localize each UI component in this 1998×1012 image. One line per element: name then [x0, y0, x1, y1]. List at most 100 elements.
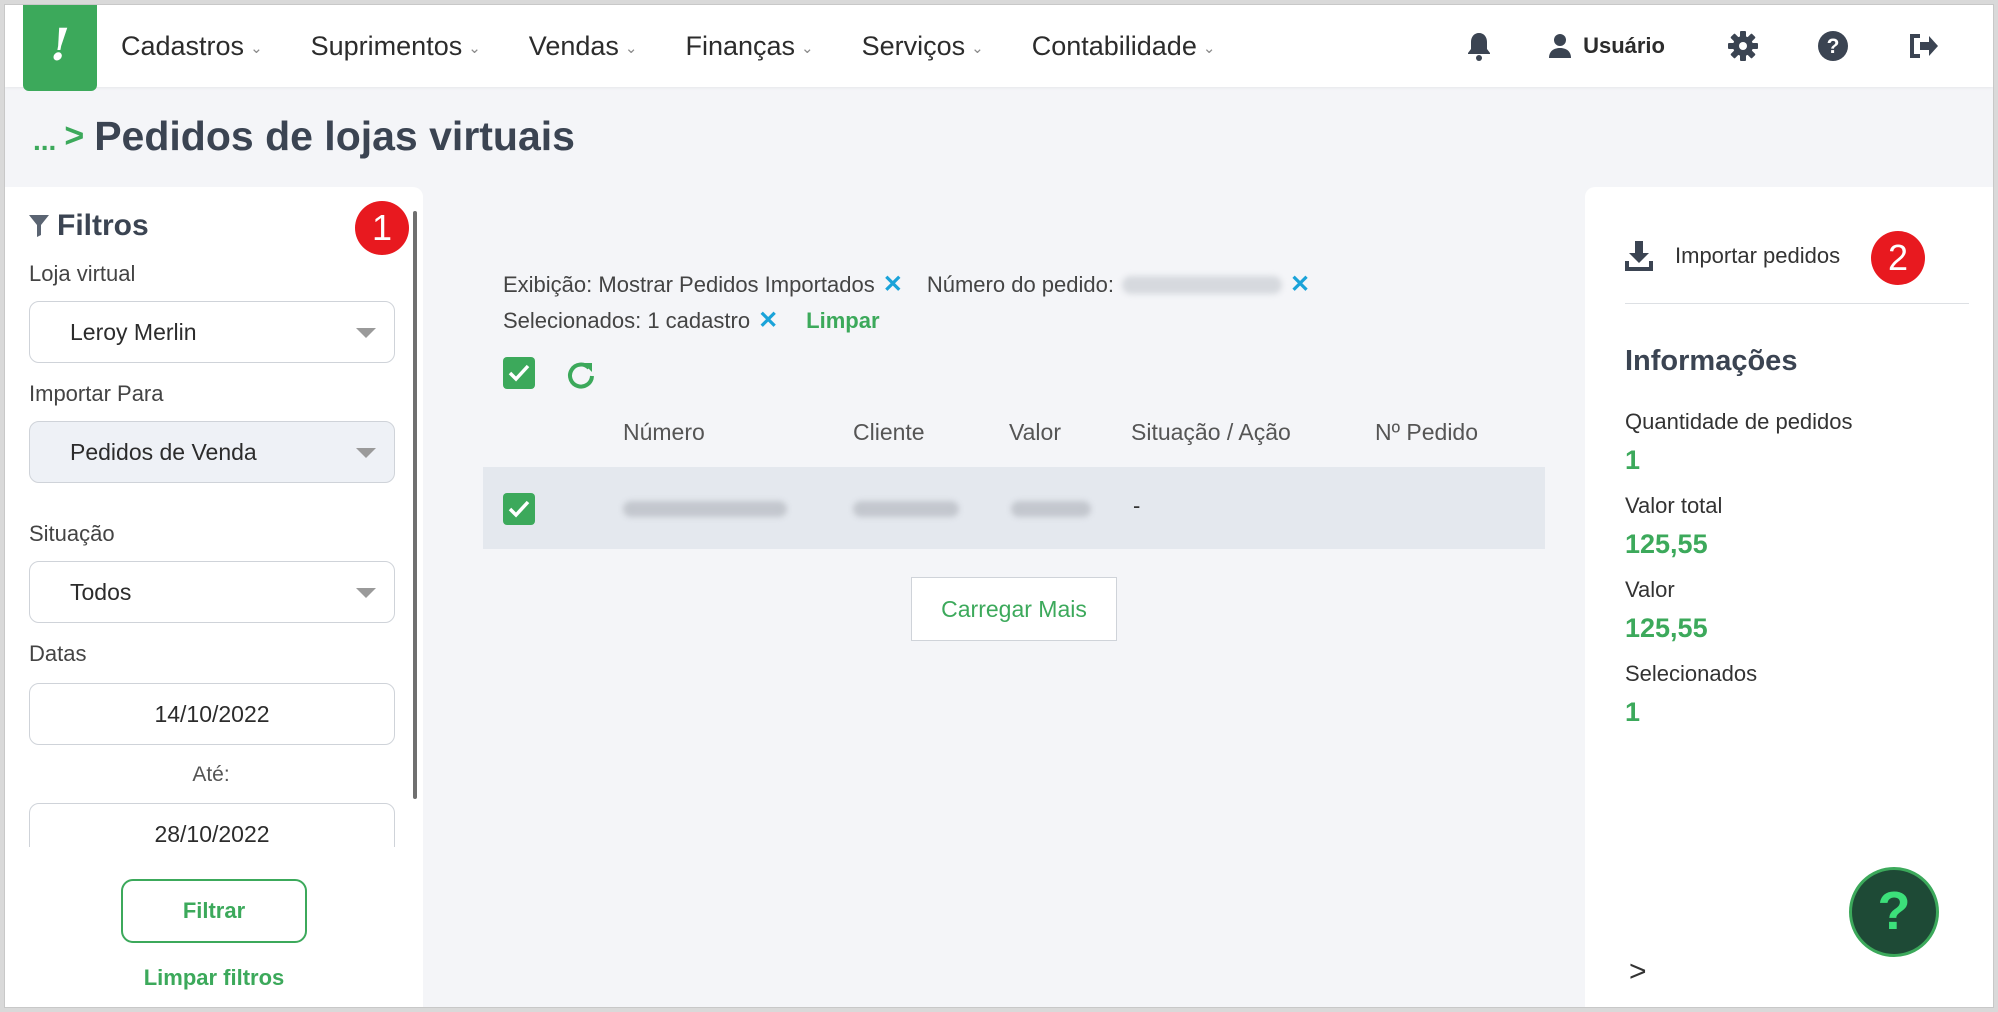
logout-icon[interactable]	[1903, 26, 1943, 66]
nav-vendas[interactable]: Vendas ⌄	[529, 31, 638, 62]
col-situacao[interactable]: Situação / Ação	[1131, 419, 1291, 446]
clear-chips-link[interactable]: Limpar	[806, 303, 879, 339]
nav-label: Finanças	[685, 30, 796, 61]
breadcrumb: ... > Pedidos de lojas virtuais	[33, 113, 575, 160]
redacted-value	[1121, 276, 1282, 294]
row-checkbox[interactable]	[503, 493, 535, 525]
row-situacao: -	[1133, 493, 1141, 518]
download-icon	[1625, 241, 1653, 271]
col-numero[interactable]: Número	[623, 419, 705, 446]
check-icon	[508, 500, 530, 518]
expand-panel-icon[interactable]: >	[1629, 955, 1647, 989]
info-valor-value: 125,55	[1625, 613, 1708, 643]
funnel-icon	[29, 215, 49, 237]
check-icon	[508, 364, 530, 382]
caret-down-icon	[356, 328, 376, 338]
nav-label: Contabilidade	[1031, 30, 1197, 61]
import-orders-button[interactable]: Importar pedidos	[1625, 241, 1840, 271]
nav-label: Vendas	[528, 30, 619, 61]
info-title: Informações	[1625, 345, 1798, 377]
filter-button[interactable]: Filtrar	[121, 879, 307, 943]
loja-value: Leroy Merlin	[70, 319, 197, 345]
redacted-cliente	[853, 501, 959, 517]
filters-panel: Filtros 1 Loja virtual Leroy Merlin Impo…	[5, 187, 423, 1007]
filters-title: Filtros	[29, 209, 149, 243]
table-row[interactable]: -	[483, 467, 1545, 549]
close-icon[interactable]: ✕	[758, 303, 778, 339]
nav-suprimentos[interactable]: Suprimentos ⌄	[311, 31, 481, 62]
step-badge-1: 1	[355, 201, 409, 255]
load-more-button[interactable]: Carregar Mais	[911, 577, 1117, 641]
col-cliente[interactable]: Cliente	[853, 419, 925, 446]
info-qtd-label: Quantidade de pedidos	[1625, 409, 1853, 434]
user-label: Usuário	[1583, 33, 1665, 58]
redacted-numero	[623, 501, 787, 517]
close-icon[interactable]: ✕	[1290, 267, 1310, 303]
main-nav: Cadastros ⌄ Suprimentos ⌄ Vendas ⌄ Finan…	[121, 5, 1263, 87]
filters-scrollbar[interactable]	[413, 211, 417, 799]
top-actions: Usuário ?	[1459, 5, 1993, 87]
datas-label: Datas	[29, 641, 87, 666]
top-bar: ! Cadastros ⌄ Suprimentos ⌄ Vendas ⌄ Fin…	[5, 5, 1993, 91]
import-orders-label: Importar pedidos	[1675, 243, 1841, 268]
loja-label: Loja virtual	[29, 261, 136, 286]
divider	[1625, 303, 1969, 304]
chevron-down-icon: ⌄	[250, 40, 263, 57]
help-icon[interactable]: ?	[1813, 26, 1853, 66]
info-selecionados-value: 1	[1625, 697, 1641, 727]
chevron-right-icon: >	[64, 117, 85, 155]
chevron-down-icon: ⌄	[801, 40, 814, 57]
help-chat-button[interactable]: ?	[1849, 867, 1939, 957]
importar-select[interactable]: Pedidos de Venda	[29, 421, 395, 483]
col-n-pedido[interactable]: Nº Pedido	[1375, 419, 1478, 446]
importar-value: Pedidos de Venda	[70, 439, 257, 465]
close-icon[interactable]: ✕	[883, 267, 903, 303]
chip-exibicao-text: Exibição: Mostrar Pedidos Importados	[503, 272, 875, 297]
col-valor[interactable]: Valor	[1009, 419, 1061, 446]
situacao-label: Situação	[29, 521, 115, 546]
loja-select[interactable]: Leroy Merlin	[29, 301, 395, 363]
app-logo[interactable]: !	[23, 5, 97, 91]
filters-title-text: Filtros	[57, 209, 149, 242]
filters-scroll-area[interactable]: Filtros 1 Loja virtual Leroy Merlin Impo…	[5, 187, 417, 847]
date-to-input[interactable]: 28/10/2022	[29, 803, 395, 847]
gear-icon[interactable]	[1723, 26, 1763, 66]
info-valor-label: Valor	[1625, 577, 1675, 602]
page-title: Pedidos de lojas virtuais	[94, 113, 575, 159]
active-filter-chips: Exibição: Mostrar Pedidos Importados ✕ N…	[503, 267, 1403, 339]
redacted-valor	[1011, 501, 1091, 517]
situacao-select[interactable]: Todos	[29, 561, 395, 623]
chip-numero: Número do pedido: ✕	[927, 267, 1310, 303]
importar-label: Importar Para	[29, 381, 164, 406]
info-panel: Importar pedidos 2 Informações Quantidad…	[1585, 187, 1993, 1007]
chip-selecionados-text: Selecionados: 1 cadastro	[503, 308, 751, 333]
user-icon	[1549, 34, 1572, 58]
svg-text:?: ?	[1827, 35, 1840, 58]
info-valor-total-value: 125,55	[1625, 529, 1708, 559]
chevron-down-icon: ⌄	[624, 40, 638, 57]
nav-financas[interactable]: Finanças ⌄	[685, 31, 813, 62]
date-from-input[interactable]: 14/10/2022	[29, 683, 395, 745]
situacao-value: Todos	[70, 579, 132, 605]
info-selecionados-label: Selecionados	[1625, 661, 1758, 686]
clear-filters-link[interactable]: Limpar filtros	[5, 965, 423, 991]
chevron-down-icon: ⌄	[1202, 40, 1216, 57]
nav-cadastros[interactable]: Cadastros ⌄	[121, 31, 263, 62]
select-all-checkbox[interactable]	[503, 357, 535, 389]
breadcrumb-ellipsis[interactable]: ...	[33, 125, 56, 157]
chevron-down-icon: ⌄	[971, 40, 984, 57]
user-menu[interactable]: Usuário	[1549, 33, 1665, 59]
nav-label: Suprimentos	[310, 30, 463, 61]
chip-exibicao: Exibição: Mostrar Pedidos Importados ✕	[503, 267, 903, 303]
info-qtd-value: 1	[1625, 445, 1641, 475]
refresh-icon[interactable]	[565, 359, 595, 394]
nav-label: Cadastros	[121, 30, 245, 61]
nav-contabilidade[interactable]: Contabilidade ⌄	[1032, 31, 1216, 62]
bell-icon[interactable]	[1459, 26, 1499, 66]
nav-servicos[interactable]: Serviços ⌄	[862, 31, 984, 62]
info-valor-total-label: Valor total	[1625, 493, 1723, 518]
step-badge-2: 2	[1871, 231, 1925, 285]
ate-label: Até:	[192, 763, 230, 786]
caret-down-icon	[356, 588, 376, 598]
app-window: ! Cadastros ⌄ Suprimentos ⌄ Vendas ⌄ Fin…	[4, 4, 1994, 1008]
